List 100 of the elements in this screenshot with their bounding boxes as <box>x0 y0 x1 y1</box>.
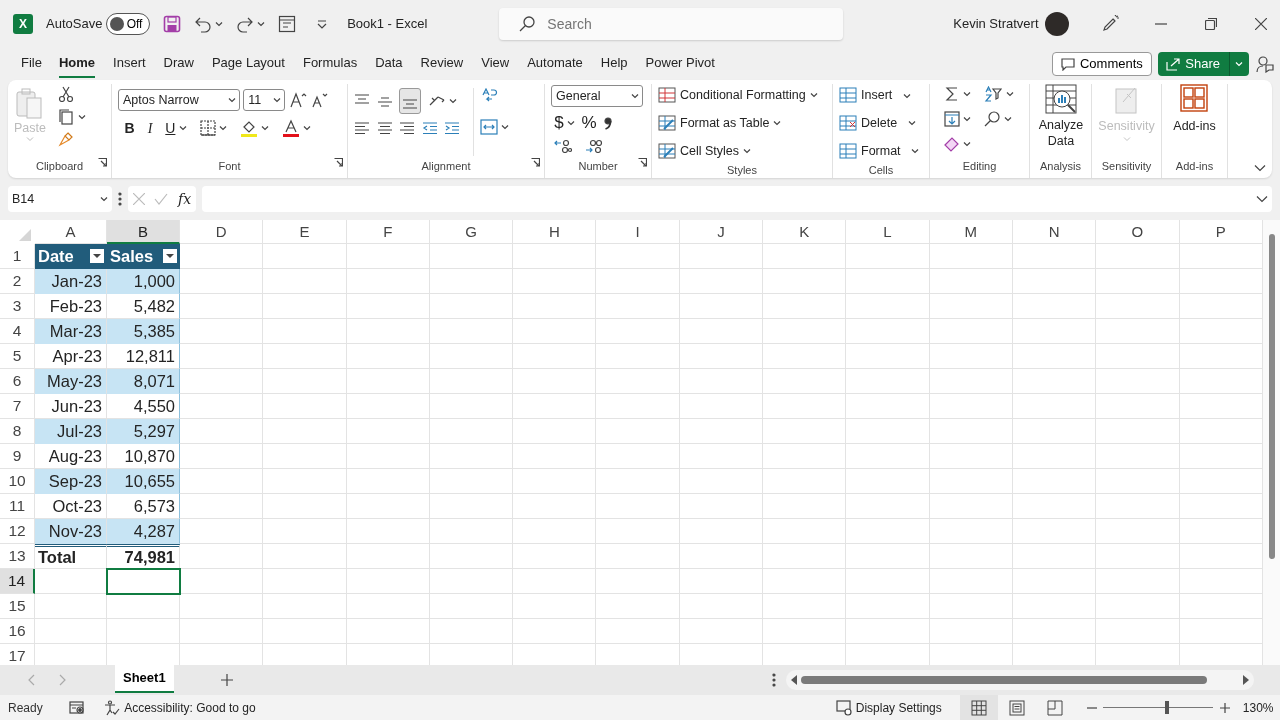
pen-icon[interactable] <box>1101 14 1119 33</box>
decrease-indent-icon[interactable] <box>421 120 438 136</box>
comma-style-icon[interactable] <box>603 116 614 130</box>
font-color-icon[interactable] <box>282 119 301 137</box>
expand-icon[interactable] <box>1256 195 1268 203</box>
comments-button[interactable]: Comments <box>1051 51 1152 76</box>
bold-button[interactable]: B <box>124 117 135 139</box>
align-center-icon[interactable] <box>376 120 393 136</box>
row-header[interactable]: 5 <box>0 344 35 369</box>
search-field[interactable]: Search <box>499 7 844 40</box>
caret-icon[interactable] <box>77 113 86 120</box>
scroll-left-icon[interactable] <box>790 675 797 685</box>
ribbon-tab[interactable]: Page Layout <box>211 48 285 79</box>
increase-indent-icon[interactable] <box>444 120 460 136</box>
dialog-launcher-icon[interactable] <box>334 157 343 167</box>
coauthor-icon[interactable] <box>1255 54 1274 73</box>
caret-icon[interactable] <box>448 97 457 104</box>
ribbon-tab[interactable]: Draw <box>163 48 194 79</box>
grow-font-icon[interactable] <box>288 91 307 109</box>
percent-button[interactable]: % <box>581 110 597 136</box>
insert-function-button[interactable]: fx <box>178 188 192 210</box>
restore-icon[interactable] <box>1205 17 1217 30</box>
sheet-tab[interactable]: Sheet1 <box>115 665 174 693</box>
caret-icon[interactable] <box>1003 116 1012 122</box>
decrease-decimal-icon[interactable] <box>585 139 604 153</box>
merge-center-icon[interactable] <box>480 119 498 135</box>
avatar[interactable] <box>1045 11 1069 36</box>
ribbon-tab[interactable]: Insert <box>113 48 146 79</box>
borders-icon[interactable] <box>199 120 216 136</box>
fill-icon[interactable] <box>944 111 960 127</box>
selected-cell[interactable] <box>107 569 180 594</box>
caret-icon[interactable] <box>303 125 312 131</box>
caret-icon[interactable] <box>963 141 972 147</box>
macro-recording-icon[interactable] <box>68 700 85 715</box>
dialog-launcher-icon[interactable] <box>531 157 540 167</box>
scroll-right-icon[interactable] <box>1242 675 1249 685</box>
currency-button[interactable]: $ <box>554 110 564 136</box>
zoom-in-icon[interactable] <box>1219 702 1230 713</box>
row-header[interactable]: 16 <box>0 619 35 644</box>
caret-icon[interactable] <box>218 125 227 131</box>
horizontal-scrollbar[interactable] <box>785 670 1254 690</box>
dialog-launcher-icon[interactable] <box>638 157 647 167</box>
row-header[interactable]: 9 <box>0 444 35 469</box>
share-button[interactable]: Share <box>1158 51 1249 76</box>
close-icon[interactable] <box>1255 17 1267 30</box>
zoom-slider-thumb[interactable] <box>1165 701 1170 714</box>
caret-icon[interactable] <box>1005 91 1014 97</box>
delete-cells-button[interactable]: Delete <box>839 113 920 133</box>
copy-icon[interactable] <box>58 108 75 125</box>
row-header[interactable]: 11 <box>0 494 35 519</box>
more-icon[interactable] <box>118 192 122 206</box>
format-as-table-button[interactable]: Format as Table <box>658 113 818 133</box>
caret-icon[interactable] <box>178 125 187 131</box>
vertical-scrollbar[interactable] <box>1263 220 1280 665</box>
dialog-launcher-icon[interactable] <box>98 157 107 167</box>
number-format-dropdown[interactable]: General <box>551 85 643 107</box>
column-header[interactable]: B <box>107 220 180 244</box>
add-ins-button[interactable]: Add-ins <box>1173 84 1216 156</box>
eraser-icon[interactable] <box>944 136 960 152</box>
caret-icon[interactable] <box>566 120 575 126</box>
row-header[interactable]: 15 <box>0 594 35 619</box>
caret-icon[interactable] <box>501 124 510 130</box>
row-header[interactable]: 14 <box>0 569 35 594</box>
increase-decimal-icon[interactable] <box>554 139 573 153</box>
name-box[interactable]: B14 <box>8 186 112 212</box>
normal-view-button[interactable] <box>959 695 998 720</box>
analyze-data-button[interactable]: Analyze Data <box>1036 84 1086 156</box>
autosave-toggle[interactable]: Off <box>105 12 150 35</box>
ribbon-tab[interactable]: View <box>481 48 510 79</box>
caret-icon[interactable] <box>257 20 266 27</box>
search-icon[interactable] <box>984 111 1001 127</box>
ribbon-tab[interactable]: Automate <box>527 48 583 79</box>
caret-icon[interactable] <box>963 91 972 97</box>
collapse-ribbon-icon[interactable] <box>1253 163 1266 172</box>
align-left-icon[interactable] <box>354 120 370 136</box>
scissors-icon[interactable] <box>58 86 75 102</box>
row-header[interactable]: 7 <box>0 394 35 419</box>
more-icon[interactable] <box>771 673 776 687</box>
caret-icon[interactable] <box>963 116 972 122</box>
filter-button[interactable] <box>90 249 104 263</box>
accessibility-button[interactable]: Accessibility: Good to go <box>104 698 256 717</box>
ribbon-tab[interactable]: Data <box>375 48 403 79</box>
conditional-formatting-button[interactable]: Conditional Formatting <box>658 86 818 105</box>
cell-styles-button[interactable]: Cell Styles <box>658 141 818 161</box>
font-name-dropdown[interactable]: Aptos Narrow <box>118 89 240 111</box>
italic-button[interactable]: I <box>147 117 153 139</box>
underline-button[interactable]: U <box>165 117 176 139</box>
align-right-icon[interactable] <box>399 120 415 136</box>
ribbon-tab[interactable]: File <box>21 48 42 79</box>
format-painter-icon[interactable] <box>58 131 75 147</box>
add-sheet-icon[interactable] <box>219 673 234 687</box>
sort-filter-icon[interactable] <box>984 86 1003 102</box>
customize-caret-icon[interactable] <box>315 18 328 29</box>
font-size-dropdown[interactable]: 11 <box>243 89 286 111</box>
fill-color-icon[interactable] <box>239 119 258 137</box>
formula-input[interactable] <box>202 186 1272 212</box>
row-header[interactable]: 3 <box>0 294 35 319</box>
ribbon-tab[interactable]: Home <box>58 48 96 79</box>
save-icon[interactable] <box>162 14 181 33</box>
ribbon-tab[interactable]: Help <box>600 48 628 79</box>
